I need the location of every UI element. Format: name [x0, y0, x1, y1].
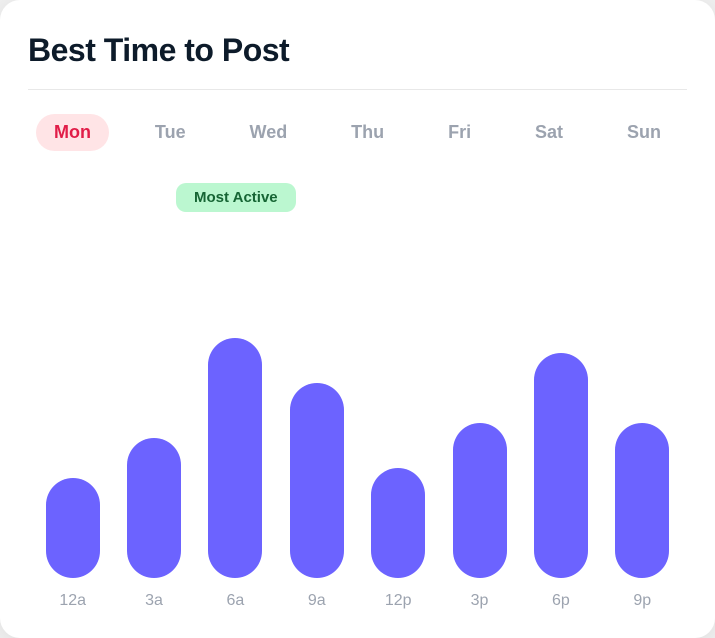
x-label-12a: 12a	[32, 592, 113, 610]
bar-col-12a	[32, 478, 113, 578]
bar-6a	[208, 338, 262, 578]
x-labels: 12a3a6a9a12p3p6p9p	[28, 578, 687, 610]
card-title: Best Time to Post	[28, 32, 687, 69]
x-label-3p: 3p	[439, 592, 520, 610]
x-label-6p: 6p	[520, 592, 601, 610]
bar-col-9a	[276, 383, 357, 578]
bar-12p	[371, 468, 425, 578]
bar-col-12p	[358, 468, 439, 578]
bar-9p	[615, 423, 669, 578]
bar-col-3p	[439, 423, 520, 578]
day-tab-sat[interactable]: Sat	[517, 114, 581, 151]
bar-col-9p	[602, 423, 683, 578]
day-tab-mon[interactable]: Mon	[36, 114, 109, 151]
divider	[28, 89, 687, 90]
day-tab-sun[interactable]: Sun	[609, 114, 679, 151]
most-active-badge: Most Active	[176, 183, 296, 212]
bar-9a	[290, 383, 344, 578]
bar-6p	[534, 353, 588, 578]
x-label-9p: 9p	[602, 592, 683, 610]
best-time-card: Best Time to Post MonTueWedThuFriSatSun …	[0, 0, 715, 638]
x-label-6a: 6a	[195, 592, 276, 610]
x-label-9a: 9a	[276, 592, 357, 610]
day-tab-tue[interactable]: Tue	[137, 114, 204, 151]
bar-col-3a	[113, 438, 194, 578]
day-tab-thu[interactable]: Thu	[333, 114, 402, 151]
day-tabs: Mon Tue Wed Thu Fri Sat Sun	[28, 114, 687, 151]
bar-3p	[453, 423, 507, 578]
x-label-3a: 3a	[113, 592, 194, 610]
day-tab-wed[interactable]: Wed	[232, 114, 306, 151]
bar-12a	[46, 478, 100, 578]
day-tab-fri[interactable]: Fri	[430, 114, 489, 151]
chart-area: Most Active 12a3a6a9a12p3p6p9p	[28, 183, 687, 610]
x-label-12p: 12p	[358, 592, 439, 610]
bar-col-6p	[520, 353, 601, 578]
bars-container	[28, 191, 687, 578]
bar-3a	[127, 438, 181, 578]
bar-col-6a	[195, 338, 276, 578]
